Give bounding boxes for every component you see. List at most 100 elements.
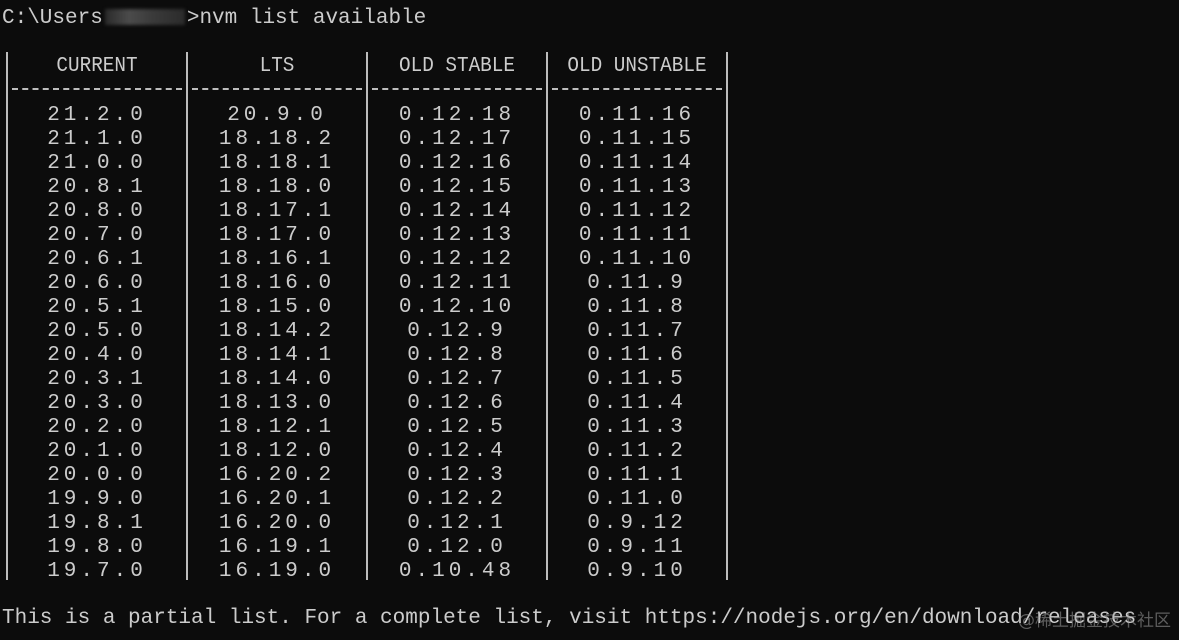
command-prompt: C:\Users >nvm list available xyxy=(2,6,426,32)
version-cell: 18.15.0 xyxy=(218,296,336,319)
version-cell: 21.0.0 xyxy=(47,152,147,175)
version-cell: 0.12.6 xyxy=(407,392,507,415)
version-cell: 19.9.0 xyxy=(47,488,147,511)
version-cell: 0.11.1 xyxy=(587,464,687,487)
version-cell: 0.12.13 xyxy=(398,224,516,247)
version-cell: 21.1.0 xyxy=(47,128,147,151)
version-cell: 20.8.0 xyxy=(47,200,147,223)
command-text: nvm list available xyxy=(199,7,427,30)
version-cell: 19.8.1 xyxy=(47,512,147,535)
header-divider xyxy=(192,88,362,94)
column-values: 0.11.16 0.11.15 0.11.14 0.11.13 0.11.12 0.11.… xyxy=(548,104,726,584)
header-divider xyxy=(552,88,722,94)
version-cell: 0.11.3 xyxy=(587,416,687,439)
version-cell: 0.12.8 xyxy=(407,344,507,367)
column-values: 21.2.0 21.1.0 21.0.0 20.8.1 20.8.0 20.7.0 20.6… xyxy=(8,104,186,584)
version-cell: 0.11.7 xyxy=(587,320,687,343)
redacted-username xyxy=(104,9,185,25)
version-cell: 0.11.11 xyxy=(578,224,696,247)
version-cell: 0.11.14 xyxy=(578,152,696,175)
header-divider xyxy=(12,88,182,94)
version-cell: 18.17.1 xyxy=(218,200,336,223)
column-current: CURRENT 21.2.0 21.1.0 21.0.0 20.8.1 20.8.0 20… xyxy=(8,52,186,584)
version-cell: 20.6.1 xyxy=(47,248,147,271)
column-header-old-stable: OLD STABLE xyxy=(399,55,515,78)
version-cell: 20.6.0 xyxy=(47,272,147,295)
version-cell: 0.12.14 xyxy=(398,200,516,223)
version-cell: 0.10.48 xyxy=(398,560,516,583)
version-cell: 20.4.0 xyxy=(47,344,147,367)
version-cell: 0.12.12 xyxy=(398,248,516,271)
version-cell: 0.12.15 xyxy=(398,176,516,199)
version-cell: 16.20.2 xyxy=(218,464,336,487)
version-cell: 18.12.1 xyxy=(218,416,336,439)
version-cell: 19.7.0 xyxy=(47,560,147,583)
column-values: 0.12.18 0.12.17 0.12.16 0.12.15 0.12.14 0.12.… xyxy=(368,104,546,584)
version-cell: 0.12.0 xyxy=(407,536,507,559)
version-cell: 0.12.5 xyxy=(407,416,507,439)
column-header-old-unstable: OLD UNSTABLE xyxy=(567,55,707,78)
version-cell: 0.11.6 xyxy=(587,344,687,367)
version-cell: 0.11.10 xyxy=(578,248,696,271)
version-cell: 0.12.18 xyxy=(398,104,516,127)
version-cell: 20.8.1 xyxy=(47,176,147,199)
version-cell: 16.19.0 xyxy=(218,560,336,583)
column-header-current: CURRENT xyxy=(56,55,138,78)
version-cell: 0.12.10 xyxy=(398,296,516,319)
footer-message: This is a partial list. For a complete l… xyxy=(2,607,1137,630)
version-cell: 16.19.1 xyxy=(218,536,336,559)
version-cell: 20.2.0 xyxy=(47,416,147,439)
version-cell: 18.12.0 xyxy=(218,440,336,463)
prompt-symbol: > xyxy=(186,7,200,30)
version-cell: 0.12.9 xyxy=(407,320,507,343)
version-cell: 18.13.0 xyxy=(218,392,336,415)
version-cell: 0.12.17 xyxy=(398,128,516,151)
version-cell: 0.9.12 xyxy=(587,512,687,535)
table-border-right xyxy=(726,52,728,580)
terminal-window[interactable]: C:\Users >nvm list available CURRENT 21.2… xyxy=(0,0,1179,640)
version-cell: 0.11.8 xyxy=(587,296,687,319)
version-cell: 18.14.2 xyxy=(218,320,336,343)
version-cell: 0.12.1 xyxy=(407,512,507,535)
version-cell: 18.16.1 xyxy=(218,248,336,271)
version-cell: 18.18.1 xyxy=(218,152,336,175)
header-divider xyxy=(372,88,542,94)
column-header-lts: LTS xyxy=(259,55,295,78)
prompt-path-prefix: C:\Users xyxy=(2,7,103,30)
column-values: 20.9.0 18.18.2 18.18.1 18.18.0 18.17.1 18.17.… xyxy=(188,104,366,584)
version-cell: 0.9.10 xyxy=(587,560,687,583)
version-cell: 18.18.0 xyxy=(218,176,336,199)
version-cell: 20.5.1 xyxy=(47,296,147,319)
version-cell: 0.11.0 xyxy=(587,488,687,511)
version-cell: 0.12.11 xyxy=(398,272,516,295)
version-cell: 20.9.0 xyxy=(227,104,327,127)
version-cell: 0.9.11 xyxy=(587,536,687,559)
version-cell: 18.18.2 xyxy=(218,128,336,151)
version-cell: 0.12.2 xyxy=(407,488,507,511)
version-cell: 20.1.0 xyxy=(47,440,147,463)
version-cell: 0.12.4 xyxy=(407,440,507,463)
version-cell: 20.7.0 xyxy=(47,224,147,247)
version-cell: 16.20.0 xyxy=(218,512,336,535)
watermark: @稀土掘金技术社区 xyxy=(1018,611,1171,631)
version-cell: 0.11.13 xyxy=(578,176,696,199)
version-cell: 0.12.16 xyxy=(398,152,516,175)
version-cell: 21.2.0 xyxy=(47,104,147,127)
version-cell: 20.0.0 xyxy=(47,464,147,487)
version-cell: 18.17.0 xyxy=(218,224,336,247)
version-cell: 0.11.15 xyxy=(578,128,696,151)
version-cell: 19.8.0 xyxy=(47,536,147,559)
version-cell: 18.16.0 xyxy=(218,272,336,295)
column-old-stable: OLD STABLE 0.12.18 0.12.17 0.12.16 0.12.15 0… xyxy=(368,52,546,584)
version-cell: 0.11.2 xyxy=(587,440,687,463)
column-lts: LTS 20.9.0 18.18.2 18.18.1 18.18.0 18.17.1 18… xyxy=(188,52,366,584)
version-cell: 0.11.16 xyxy=(578,104,696,127)
version-cell: 0.11.9 xyxy=(587,272,687,295)
version-cell: 18.14.1 xyxy=(218,344,336,367)
version-cell: 0.12.7 xyxy=(407,368,507,391)
version-cell: 0.11.5 xyxy=(587,368,687,391)
version-cell: 0.11.4 xyxy=(587,392,687,415)
version-cell: 20.3.0 xyxy=(47,392,147,415)
version-cell: 18.14.0 xyxy=(218,368,336,391)
version-cell: 0.12.3 xyxy=(407,464,507,487)
